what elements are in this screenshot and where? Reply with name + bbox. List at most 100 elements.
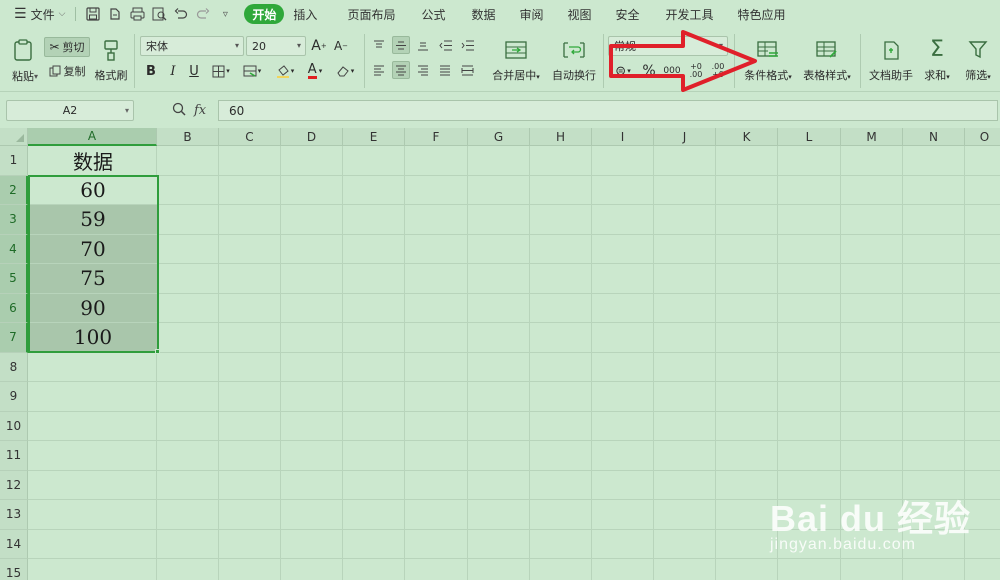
underline-button[interactable]: U <box>186 61 202 81</box>
row-header-12[interactable]: 12 <box>0 470 28 500</box>
column-header-d[interactable]: D <box>281 128 343 146</box>
cell-a7[interactable]: 100 <box>29 323 157 352</box>
row-header-14[interactable]: 14 <box>0 529 28 559</box>
distribute-button[interactable] <box>458 61 476 79</box>
column-header-o[interactable]: O <box>965 128 1000 146</box>
justify-button[interactable] <box>436 61 454 79</box>
borders-button[interactable]: ▾ <box>208 61 234 81</box>
zoom-search-icon[interactable] <box>172 102 186 119</box>
row-header-15[interactable]: 15 <box>0 559 28 580</box>
row-header-11[interactable]: 11 <box>0 441 28 471</box>
merge-center-button[interactable]: 合并居中▾ <box>486 34 546 88</box>
font-name-select[interactable]: 宋体 ▾ <box>140 36 244 56</box>
column-header-n[interactable]: N <box>903 128 965 146</box>
row-header-4[interactable]: 4 <box>0 234 28 264</box>
column-header-i[interactable]: I <box>592 128 654 146</box>
doc-helper-button[interactable]: 文档助手 <box>866 34 916 88</box>
tab-review[interactable]: 审阅 <box>510 3 552 25</box>
align-top-button[interactable] <box>370 36 388 54</box>
row-header-5[interactable]: 5 <box>0 264 28 294</box>
scissors-icon: ✂ <box>49 40 60 54</box>
column-header-a[interactable]: A <box>28 128 157 146</box>
tab-formulas[interactable]: 公式 <box>412 3 454 25</box>
indent-decrease-button[interactable] <box>436 36 454 54</box>
tab-developer[interactable]: 开发工具 <box>657 3 723 25</box>
tab-features[interactable]: 特色应用 <box>729 3 795 25</box>
column-header-k[interactable]: K <box>716 128 778 146</box>
chevron-down-icon: ▾ <box>350 67 355 75</box>
name-box[interactable]: A2 ▾ <box>6 100 134 121</box>
column-header-m[interactable]: M <box>841 128 903 146</box>
align-middle-button[interactable] <box>392 36 410 54</box>
paintbrush-icon <box>104 40 118 61</box>
gridline <box>529 146 530 580</box>
indent-increase-button[interactable] <box>458 36 476 54</box>
italic-button[interactable]: I <box>165 61 181 81</box>
cell-a2[interactable]: 60 <box>29 175 157 204</box>
row-header-6[interactable]: 6 <box>0 293 28 323</box>
cell-a3[interactable]: 59 <box>29 205 157 234</box>
format-painter-button[interactable]: 格式刷 <box>92 34 130 88</box>
customize-toolbar-icon[interactable]: ▿ <box>214 3 236 25</box>
cell-a5[interactable]: 75 <box>29 264 157 293</box>
tab-home[interactable]: 开始 <box>244 4 285 24</box>
undo-icon[interactable] <box>170 3 192 25</box>
row-header-1[interactable]: 1 <box>0 146 28 176</box>
copy-button[interactable]: 复制 <box>44 61 90 81</box>
row-header-8[interactable]: 8 <box>0 352 28 382</box>
row-header-13[interactable]: 13 <box>0 500 28 530</box>
fill-handle[interactable] <box>155 348 160 354</box>
cell-style-button[interactable]: ▾ <box>238 61 266 81</box>
align-bottom-button[interactable] <box>414 36 432 54</box>
cell-a4[interactable]: 70 <box>29 234 157 263</box>
row-header-7[interactable]: 7 <box>0 323 28 353</box>
tab-data[interactable]: 数据 <box>462 3 504 25</box>
wrap-text-button[interactable]: 自动换行 <box>550 34 598 88</box>
tab-insert[interactable]: 插入 <box>284 3 326 25</box>
column-header-h[interactable]: H <box>530 128 592 146</box>
column-header-b[interactable]: B <box>157 128 219 146</box>
filter-button[interactable]: 筛选▾ <box>958 34 998 88</box>
cell-a6[interactable]: 90 <box>29 293 157 322</box>
bold-button[interactable]: B <box>143 61 159 81</box>
row-header-9[interactable]: 9 <box>0 382 28 412</box>
tab-page-layout[interactable]: 页面布局 <box>338 3 404 25</box>
increase-font-button[interactable]: A + <box>310 36 328 56</box>
export-pdf-icon[interactable] <box>104 3 126 25</box>
paste-dropdown-icon[interactable]: ▾ <box>34 72 38 81</box>
align-center-button[interactable] <box>392 61 410 79</box>
sum-button[interactable]: Σ 求和▾ <box>920 34 954 88</box>
cell-a1[interactable]: 数据 <box>29 146 157 175</box>
cut-label: 剪切 <box>62 41 85 54</box>
column-header-f[interactable]: F <box>405 128 468 146</box>
row-header-10[interactable]: 10 <box>0 411 28 441</box>
column-header-c[interactable]: C <box>219 128 281 146</box>
redo-icon[interactable] <box>192 3 214 25</box>
column-header-g[interactable]: G <box>468 128 530 146</box>
row-header-3[interactable]: 3 <box>0 205 28 235</box>
print-preview-icon[interactable] <box>148 3 170 25</box>
column-header-j[interactable]: J <box>654 128 716 146</box>
tab-view[interactable]: 视图 <box>559 3 601 25</box>
tab-security[interactable]: 安全 <box>607 3 649 25</box>
file-menu[interactable]: ☰ 文件 ⌵ <box>10 3 69 25</box>
align-left-button[interactable] <box>370 61 388 79</box>
font-size-select[interactable]: 20 ▾ <box>246 36 306 56</box>
formula-input[interactable]: 60 <box>218 100 998 121</box>
decrease-font-button[interactable]: A − <box>332 36 350 56</box>
cut-button[interactable]: ✂ 剪切 <box>44 37 90 57</box>
print-icon[interactable] <box>126 3 148 25</box>
clear-format-button[interactable]: ▾ <box>332 61 358 81</box>
table-style-button[interactable]: 表格样式▾ <box>800 34 854 88</box>
save-icon[interactable] <box>82 3 104 25</box>
funnel-icon <box>968 40 988 58</box>
align-right-button[interactable] <box>414 61 432 79</box>
font-color-button[interactable]: A ▾ <box>302 61 328 81</box>
insert-function-button[interactable]: fx <box>194 103 206 118</box>
row-header-2[interactable]: 2 <box>0 175 28 205</box>
column-header-l[interactable]: L <box>778 128 841 146</box>
gridline <box>467 146 468 580</box>
select-all-button[interactable] <box>0 128 28 146</box>
column-header-e[interactable]: E <box>343 128 405 146</box>
fill-color-button[interactable]: ▾ <box>270 61 300 81</box>
